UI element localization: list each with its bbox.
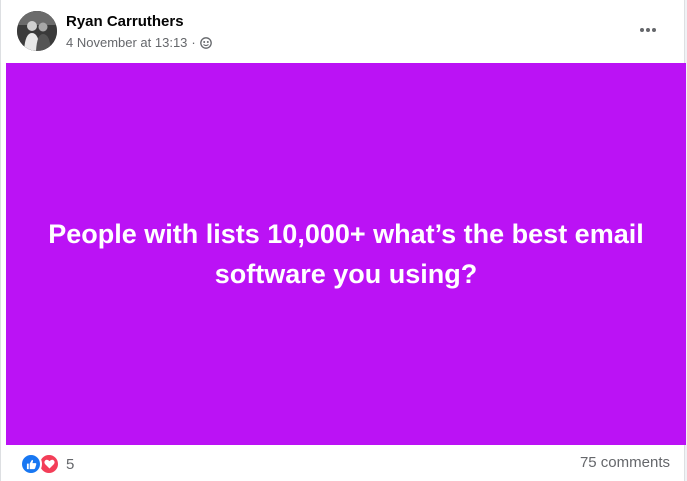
post-header: Ryan Carruthers 4 November at 13:13 · xyxy=(1,0,684,62)
avatar-photo-icon xyxy=(17,11,57,51)
post-meta: 4 November at 13:13 · xyxy=(66,35,212,50)
comments-count-link[interactable]: 75 comments xyxy=(580,454,670,471)
post-timestamp[interactable]: 4 November at 13:13 xyxy=(66,35,187,50)
post-text: People with lists 10,000+ what’s the bes… xyxy=(48,219,644,289)
author-name[interactable]: Ryan Carruthers xyxy=(66,13,184,30)
like-icon xyxy=(20,453,42,475)
meta-separator: · xyxy=(191,35,196,50)
post-footer: 5 75 comments xyxy=(1,445,684,481)
more-options-button[interactable] xyxy=(630,16,666,44)
post-background[interactable]: People with lists 10,000+ what’s the bes… xyxy=(6,63,686,445)
reaction-count: 5 xyxy=(66,455,75,473)
post-card: Ryan Carruthers 4 November at 13:13 · Pe xyxy=(0,0,686,481)
avatar[interactable] xyxy=(17,11,57,51)
public-globe-icon[interactable] xyxy=(199,36,212,49)
more-options-icon xyxy=(640,28,656,32)
reactions-summary[interactable]: 5 xyxy=(20,453,74,475)
